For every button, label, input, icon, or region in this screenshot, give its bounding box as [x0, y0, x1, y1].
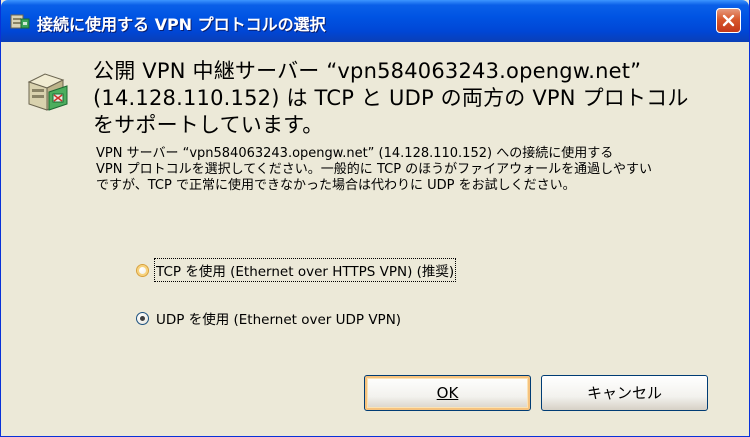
network-adapter-icon [10, 14, 30, 29]
description-line-2: VPN プロトコルを選択してください。一般的に TCP のほうがファイアウォール… [96, 162, 653, 177]
title-bar[interactable]: 接続に使用する VPN プロトコルの選択 [1, 0, 749, 42]
heading-line-1: 公開 VPN 中継サーバー “vpn584063243.opengw.net” [93, 59, 642, 83]
dialog-content: 公開 VPN 中継サーバー “vpn584063243.opengw.net” … [1, 42, 749, 436]
window-title: 接続に使用する VPN プロトコルの選択 [37, 15, 326, 34]
vpn-server-icon [27, 73, 68, 111]
udp-option[interactable]: UDP を使用 (Ethernet over UDP VPN) [136, 308, 401, 328]
udp-radio-button[interactable] [136, 311, 149, 325]
ok-button-label: OK [436, 384, 459, 402]
close-button[interactable] [716, 8, 741, 33]
heading-line-3: をサポートしています。 [93, 113, 324, 137]
udp-option-label[interactable]: UDP を使用 (Ethernet over UDP VPN) [156, 308, 401, 328]
ok-button[interactable]: OK [364, 375, 531, 411]
dialog-window: 接続に使用する VPN プロトコルの選択 公開 VPN 中継サーバー “vpn5… [0, 0, 750, 437]
dialog-heading: 公開 VPN 中継サーバー “vpn584063243.opengw.net” … [93, 58, 733, 139]
heading-line-2: (14.128.110.152) は TCP と UDP の両方の VPN プロ… [93, 86, 689, 110]
dialog-description: VPN サーバー “vpn584063243.opengw.net” (14.1… [96, 146, 736, 194]
tcp-option-label[interactable]: TCP を使用 (Ethernet over HTTPS VPN) (推奨) [153, 258, 457, 282]
description-line-3: ですが、TCP で正常に使用できなかった場合は代わりに UDP をお試しください… [96, 178, 576, 193]
description-line-1: VPN サーバー “vpn584063243.opengw.net” (14.1… [96, 146, 614, 161]
cancel-button-label: キャンセル [586, 384, 662, 402]
tcp-option[interactable]: TCP を使用 (Ethernet over HTTPS VPN) (推奨) [136, 258, 457, 282]
radio-selected-dot [140, 315, 145, 321]
close-icon [722, 14, 735, 27]
tcp-radio-button[interactable] [136, 263, 149, 277]
cancel-button[interactable]: キャンセル [541, 375, 708, 411]
